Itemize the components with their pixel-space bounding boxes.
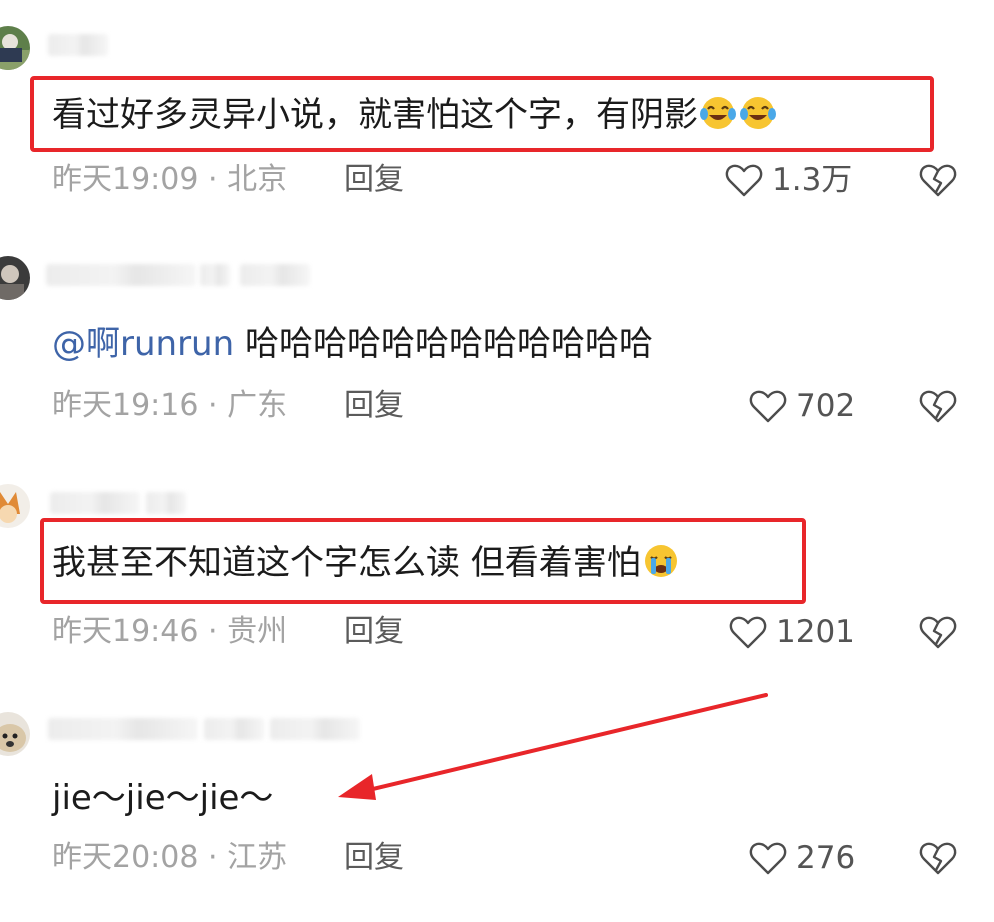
broken-heart-icon (919, 842, 957, 875)
comment-text-body: 哈哈哈哈哈哈哈哈哈哈哈哈 (234, 324, 653, 364)
avatar[interactable] (0, 256, 30, 300)
comment-thread: 看过好多灵异小说，就害怕这个字，有阴影 昨天19:09 · 北京 回复 1.3万… (0, 0, 994, 922)
reply-button[interactable]: 回复 (344, 386, 404, 426)
avatar[interactable] (0, 484, 30, 528)
like-button[interactable]: 1201 (728, 612, 855, 652)
comment-meta: 昨天19:46 · 贵州 (52, 614, 288, 649)
comment-text-body: 我甚至不知道这个字怎么读 但看着害怕 (52, 543, 641, 583)
username-blurred (48, 34, 108, 56)
like-count: 1.3万 (772, 162, 853, 198)
loudly-crying-emoji-icon (641, 540, 681, 580)
like-button[interactable]: 276 (748, 838, 855, 878)
like-count: 276 (796, 840, 856, 876)
username-blurred (270, 718, 360, 740)
broken-heart-icon (919, 164, 957, 197)
dislike-button[interactable] (918, 838, 958, 878)
mention-link[interactable]: @啊runrun (52, 324, 234, 364)
reply-button[interactable]: 回复 (344, 838, 404, 878)
username-blurred (48, 718, 198, 740)
heart-outline-icon (749, 842, 787, 875)
laughing-crying-emoji-icon (698, 92, 738, 132)
username-blurred (240, 264, 310, 286)
username-blurred (146, 492, 186, 514)
comment-text-body: jie～jie～jie～ (52, 778, 274, 818)
comment-text: 我甚至不知道这个字怎么读 但看着害怕 (52, 540, 681, 585)
broken-heart-icon (919, 616, 957, 649)
heart-outline-icon (749, 390, 787, 423)
reply-button[interactable]: 回复 (344, 160, 404, 200)
like-count: 1201 (776, 614, 855, 650)
comment-text-body: 看过好多灵异小说，就害怕这个字，有阴影 (52, 95, 698, 135)
like-button[interactable]: 1.3万 (724, 160, 852, 200)
username-blurred (200, 264, 230, 286)
heart-outline-icon (725, 164, 763, 197)
comment-text: jie～jie～jie～ (52, 776, 273, 820)
dislike-button[interactable] (918, 160, 958, 200)
username-blurred (50, 492, 140, 514)
comment-meta: 昨天19:16 · 广东 (52, 388, 288, 423)
broken-heart-icon (919, 390, 957, 423)
dislike-button[interactable] (918, 612, 958, 652)
comment-meta: 昨天20:08 · 江苏 (52, 840, 288, 875)
avatar[interactable] (0, 712, 30, 756)
heart-outline-icon (729, 616, 767, 649)
avatar[interactable] (0, 26, 30, 70)
comment-text: @啊runrun 哈哈哈哈哈哈哈哈哈哈哈哈 (52, 322, 653, 366)
like-count: 702 (796, 388, 856, 424)
dislike-button[interactable] (918, 386, 958, 426)
username-blurred (46, 264, 196, 286)
comment-text: 看过好多灵异小说，就害怕这个字，有阴影 (52, 92, 778, 137)
reply-button[interactable]: 回复 (344, 612, 404, 652)
comment-meta: 昨天19:09 · 北京 (52, 162, 288, 197)
laughing-crying-emoji-icon (738, 92, 778, 132)
like-button[interactable]: 702 (748, 386, 855, 426)
username-blurred (204, 718, 264, 740)
